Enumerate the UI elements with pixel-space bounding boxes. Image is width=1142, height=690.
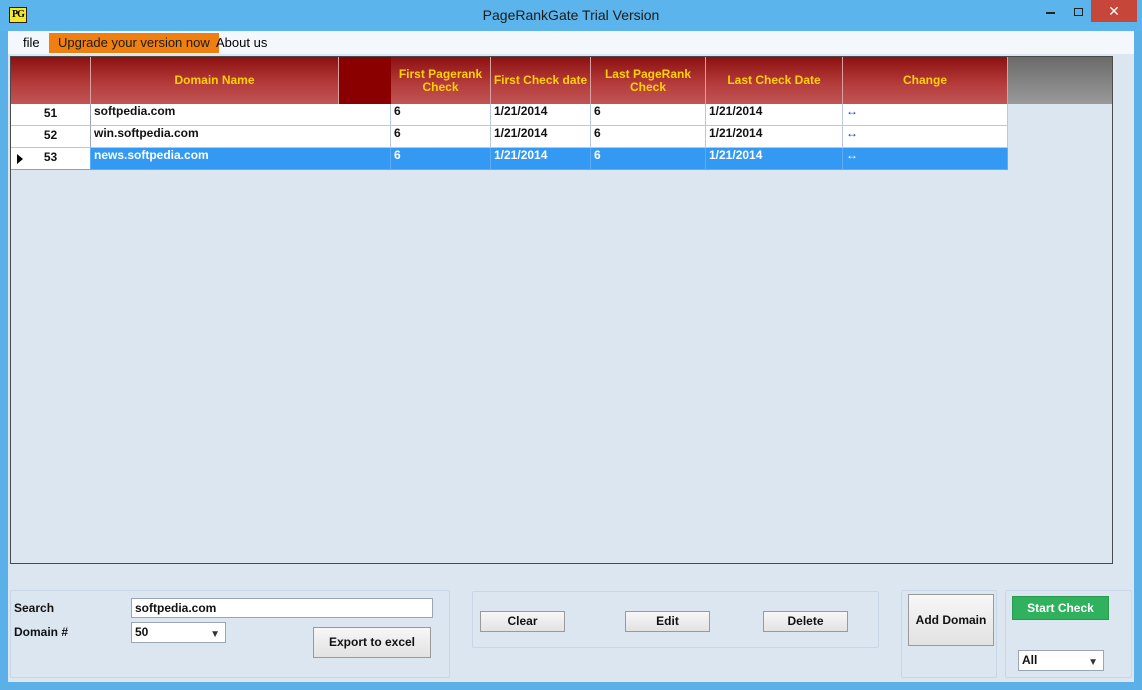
column-header-domain[interactable]: Domain Name [91,57,339,104]
close-icon: ✕ [1108,3,1120,19]
column-header-last-pagerank[interactable]: Last PageRank Check [591,57,706,104]
search-panel: Search softpedia.com Domain # 50 ▼ Expor… [10,590,450,678]
domain-number-value: 50 [135,625,149,639]
search-input[interactable]: softpedia.com [131,598,433,618]
maximize-button[interactable] [1065,0,1091,22]
chevron-down-icon: ▼ [1088,657,1098,668]
start-check-button[interactable]: Start Check [1012,596,1109,620]
add-domain-button[interactable]: Add Domain [908,594,994,646]
first-pagerank-cell[interactable]: 6 [391,126,491,148]
table-row[interactable]: 52 win.softpedia.com 6 1/21/2014 6 1/21/2014 ↔ [11,126,1008,148]
export-excel-button[interactable]: Export to excel [313,627,431,658]
last-check-date-cell[interactable]: 1/21/2014 [706,148,843,170]
column-header-last-check-date[interactable]: Last Check Date [706,57,843,104]
domain-cell[interactable]: news.softpedia.com [91,148,391,170]
menu-upgrade[interactable]: Upgrade your version now [49,33,219,53]
domain-number-label: Domain # [14,625,69,639]
last-pagerank-cell[interactable]: 6 [591,104,706,126]
table-row[interactable]: 53 news.softpedia.com 6 1/21/2014 6 1/21/2014… [11,148,1008,170]
actions-panel: Clear Edit Delete [472,591,879,648]
minimize-icon [1045,11,1055,14]
title-bar: PG PageRankGate Trial Version ✕ [0,0,1142,31]
minimize-button[interactable] [1037,0,1063,22]
edit-button[interactable]: Edit [625,611,710,632]
row-number-cell[interactable]: 51 [11,104,91,126]
row-number-cell[interactable]: 53 [11,148,91,170]
menu-about[interactable]: About us [209,33,274,53]
table-row[interactable]: 51 softpedia.com 6 1/21/2014 6 1/21/2014 ↔ [11,104,1008,126]
start-check-panel: Start Check All ▼ [1005,590,1132,678]
column-header-change[interactable]: Change [843,57,1008,104]
menu-bar: file Upgrade your version now About us [8,31,1134,54]
column-header-filler [1008,57,1112,104]
delete-button[interactable]: Delete [763,611,848,632]
last-check-date-cell[interactable]: 1/21/2014 [706,126,843,148]
domain-number-select[interactable]: 50 ▼ [131,622,226,643]
close-button[interactable]: ✕ [1091,0,1137,22]
last-pagerank-cell[interactable]: 6 [591,148,706,170]
first-check-date-cell[interactable]: 1/21/2014 [491,126,591,148]
column-header-first-check-date[interactable]: First Check date [491,57,591,104]
row-header-corner [11,57,91,104]
maximize-icon [1073,7,1083,16]
last-pagerank-cell[interactable]: 6 [591,126,706,148]
domain-grid[interactable]: Domain Name First Pagerank Check First C… [10,56,1113,564]
first-pagerank-cell[interactable]: 6 [391,148,491,170]
change-cell[interactable]: ↔ [843,148,1008,170]
column-header-first-pagerank[interactable]: First Pagerank Check [391,57,491,104]
filter-value: All [1022,653,1038,667]
first-pagerank-cell[interactable]: 6 [391,104,491,126]
chevron-down-icon: ▼ [210,629,220,640]
domain-cell[interactable]: softpedia.com [91,104,391,126]
change-cell[interactable]: ↔ [843,126,1008,148]
add-domain-panel: Add Domain [901,590,997,678]
current-row-arrow-icon [17,154,23,164]
clear-button[interactable]: Clear [480,611,565,632]
filter-select[interactable]: All ▼ [1018,650,1104,671]
app-window: file Upgrade your version now About us D… [8,31,1134,682]
row-number-cell[interactable]: 52 [11,126,91,148]
search-label: Search [14,601,55,615]
first-check-date-cell[interactable]: 1/21/2014 [491,104,591,126]
menu-file[interactable]: file [16,33,47,53]
column-header-spacer [339,57,391,104]
change-cell[interactable]: ↔ [843,104,1008,126]
domain-cell[interactable]: win.softpedia.com [91,126,391,148]
first-check-date-cell[interactable]: 1/21/2014 [491,148,591,170]
last-check-date-cell[interactable]: 1/21/2014 [706,104,843,126]
window-title: PageRankGate Trial Version [482,7,660,23]
